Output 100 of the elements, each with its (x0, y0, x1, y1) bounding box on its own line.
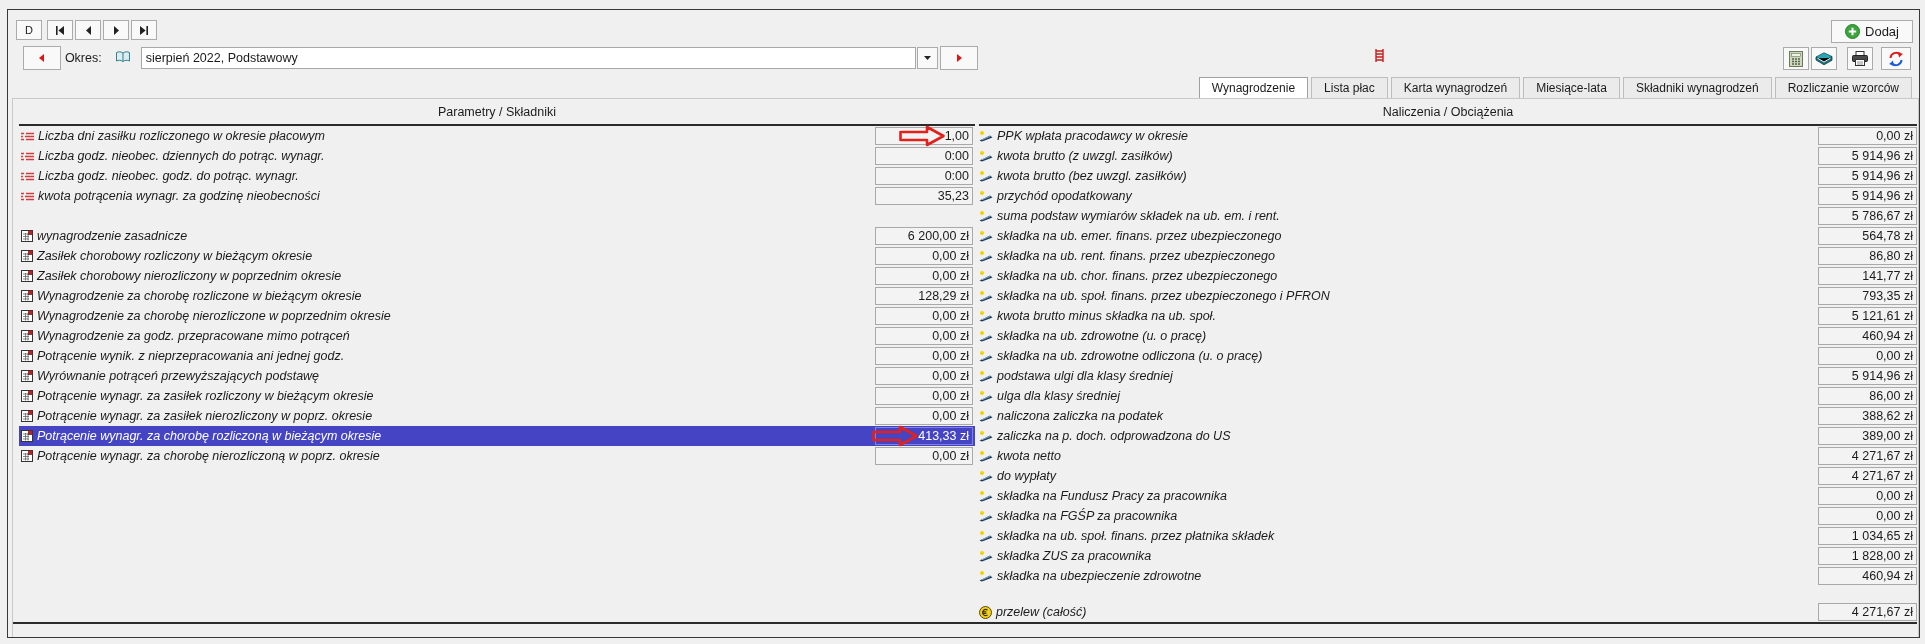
value-field: 5 914,96 zł (1818, 187, 1917, 205)
value-field: 4 271,67 zł (1818, 603, 1917, 621)
letter-button[interactable]: D (16, 20, 42, 40)
tab[interactable]: Karta wynagrodzeń (1390, 77, 1521, 98)
row-label: kwota brutto minus składka na ub. społ. (997, 309, 1217, 323)
row-label: Wynagrodzenie za chorobę rozliczone w bieżącym okresie (37, 289, 363, 303)
list-row[interactable]: Potrącenie wynik. z nieprzepracowania ani jednej godz. 0,00 zł (19, 346, 975, 366)
list-row[interactable]: składka na FGŚP za pracownika 0,00 zł (979, 506, 1917, 526)
list-row[interactable]: kwota brutto minus składka na ub. społ. 5 121,61 zł (979, 306, 1917, 326)
list-row[interactable]: przelew (całość) 4 271,67 zł (979, 602, 1917, 622)
tab[interactable]: Składniki wynagrodzeń (1622, 77, 1772, 98)
pen-icon (979, 210, 993, 222)
row-label: do wypłaty (997, 469, 1058, 483)
previous-period-button[interactable] (23, 46, 61, 70)
first-button[interactable] (47, 20, 73, 40)
grid-sheet-icon (21, 270, 33, 282)
grid-sheet-icon (21, 230, 33, 242)
row-label: przychód opodatkowany (997, 189, 1133, 203)
list-row[interactable]: naliczona zaliczka na podatek 388,62 zł (979, 406, 1917, 426)
grid-sheet-icon (21, 450, 33, 462)
list-row[interactable]: kwota netto 4 271,67 zł (979, 446, 1917, 466)
list-row[interactable]: Liczba dni zasiłku rozliczonego w okresie płacowym 1,00 (19, 126, 975, 146)
pen-icon (979, 370, 993, 382)
list-row[interactable]: Wyrównanie potrąceń przewyższających podstawę 0,00 zł (19, 366, 975, 386)
list-row[interactable]: Potrącenie wynagr. za chorobę nierozliczoną w poprz. okresie 0,00 zł (19, 446, 975, 466)
grid-sheet-icon (21, 370, 33, 382)
add-button[interactable]: Dodaj (1831, 20, 1913, 43)
book-button[interactable] (1811, 47, 1837, 70)
list-row[interactable]: Potrącenie wynagr. za chorobę rozliczoną w bieżącym okresie 413,33 zł (19, 426, 975, 446)
previous-button[interactable] (75, 20, 101, 40)
value-field: 5 121,61 zł (1818, 307, 1917, 325)
pen-icon (979, 310, 993, 322)
triangle-right-icon (113, 25, 119, 35)
list-row[interactable]: Potrącenie wynagr. za zasiłek nierozliczony w poprz. okresie 0,00 zł (19, 406, 975, 426)
tab[interactable]: Wynagrodzenie (1198, 77, 1309, 98)
list-row[interactable]: suma podstaw wymiarów składek na ub. em. i rent. 5 786,67 zł (979, 206, 1917, 226)
triangle-right-icon (956, 54, 962, 62)
list-row[interactable]: zaliczka na p. doch. odprowadzona do US 389,00 zł (979, 426, 1917, 446)
list-row[interactable]: kwota brutto (bez uwzgl. zasiłków) 5 914,96 zł (979, 166, 1917, 186)
pen-icon (979, 410, 993, 422)
list-row[interactable]: podstawa ulgi dla klasy średniej 5 914,96 zł (979, 366, 1917, 386)
list-row[interactable]: składka na ub. zdrowotne (u. o pracę) 460,94 zł (979, 326, 1917, 346)
pen-icon (979, 550, 993, 562)
last-button[interactable] (131, 20, 157, 40)
list-row[interactable]: Liczba godz. nieobec. godz. do potrąc. wynagr. 0:00 (19, 166, 975, 186)
value-field: 0:00 (875, 167, 973, 185)
pen-icon (979, 430, 993, 442)
list-row[interactable]: wynagrodzenie zasadnicze 6 200,00 zł (19, 226, 975, 246)
grid-sheet-icon (21, 350, 33, 362)
print-button[interactable] (1847, 47, 1873, 70)
row-label: Zasiłek chorobowy nierozliczony w poprzednim okresie (37, 269, 343, 283)
dropdown-button[interactable] (917, 47, 939, 69)
calculator-button[interactable] (1783, 47, 1809, 70)
value-field: 6 200,00 zł (875, 227, 973, 245)
list-row[interactable]: składka ZUS za pracownika 1 828,00 zł (979, 546, 1917, 566)
list-row[interactable]: składka na ubezpieczenie zdrowotne 460,94 zł (979, 566, 1917, 586)
value-field: 0,00 zł (875, 407, 973, 425)
list-row[interactable]: składka na ub. społ. finans. przez ubezpieczonego i PFRON 793,35 zł (979, 286, 1917, 306)
list-row[interactable]: Potrącenie wynagr. za zasiłek rozliczony w bieżącym okresie 0,00 zł (19, 386, 975, 406)
period-field[interactable]: sierpień 2022, Podstawowy (140, 47, 917, 69)
value-field: 5 914,96 zł (1818, 367, 1917, 385)
list-row[interactable]: Wynagrodzenie za chorobę nierozliczone w poprzednim okresie 0,00 zł (19, 306, 975, 326)
list-row[interactable]: Zasiłek chorobowy nierozliczony w poprzednim okresie 0,00 zł (19, 266, 975, 286)
list-row[interactable]: składka na ub. emer. finans. przez ubezpieczonego 564,78 zł (979, 226, 1917, 246)
value-field: 564,78 zł (1818, 227, 1917, 245)
value-field: 4 271,67 zł (1818, 467, 1917, 485)
list-row[interactable]: składka na ub. zdrowotne odliczona (u. o pracę) 0,00 zł (979, 346, 1917, 366)
list-row[interactable]: do wypłaty 4 271,67 zł (979, 466, 1917, 486)
row-label: PPK wpłata pracodawcy w okresie (997, 129, 1190, 143)
value-field: 0,00 zł (1818, 487, 1917, 505)
list-row[interactable]: kwota potrącenia wynagr. za godzinę nieobecności 35,23 (19, 186, 975, 206)
list-row[interactable]: Zasiłek chorobowy rozliczony w bieżącym okresie 0,00 zł (19, 246, 975, 266)
list-row[interactable]: składka na ub. społ. finans. przez płatnika składek 1 034,65 zł (979, 526, 1917, 546)
list-row[interactable]: kwota brutto (z uwzgl. zasiłków) 5 914,96 zł (979, 146, 1917, 166)
tab[interactable]: Miesiące-lata (1523, 77, 1620, 98)
tab[interactable]: Rozliczanie wzorców (1774, 77, 1912, 98)
list-row[interactable]: przychód opodatkowany 5 914,96 zł (979, 186, 1917, 206)
value-field: 0,00 zł (875, 327, 973, 345)
next-button[interactable] (103, 20, 129, 40)
list-row[interactable]: składka na ub. rent. finans. przez ubezpieczonego 86,80 zł (979, 246, 1917, 266)
row-label: kwota netto (997, 449, 1062, 463)
triangle-left-icon (85, 25, 91, 35)
list-row[interactable]: PPK wpłata pracodawcy w okresie 0,00 zł (979, 126, 1917, 146)
open-book-icon (115, 50, 130, 62)
list-row[interactable]: Wynagrodzenie za chorobę rozliczone w bieżącym okresie 128,29 zł (19, 286, 975, 306)
list-row[interactable]: składka na Fundusz Pracy za pracownika 0,00 zł (979, 486, 1917, 506)
refresh-button[interactable] (1881, 47, 1911, 70)
grid-sheet-icon (21, 290, 33, 302)
list-row[interactable]: Liczba godz. nieobec. dziennych do potrąc. wynagr. 0:00 (19, 146, 975, 166)
list-row[interactable]: składka na ub. chor. finans. przez ubezpieczonego 141,77 zł (979, 266, 1917, 286)
value-field: 0:00 (875, 147, 973, 165)
tab[interactable]: Lista płac (1311, 77, 1388, 98)
value-field: 388,62 zł (1818, 407, 1917, 425)
list-row[interactable]: ulga dla klasy średniej 86,00 zł (979, 386, 1917, 406)
row-label: wynagrodzenie zasadnicze (37, 229, 189, 243)
list-row[interactable]: Wynagrodzenie za godz. przepracowane mimo potrąceń 0,00 zł (19, 326, 975, 346)
value-field: 460,94 zł (1818, 567, 1917, 585)
pen-icon (979, 530, 993, 542)
pen-icon (979, 250, 993, 262)
row-label: składka na ubezpieczenie zdrowotne (997, 569, 1203, 583)
